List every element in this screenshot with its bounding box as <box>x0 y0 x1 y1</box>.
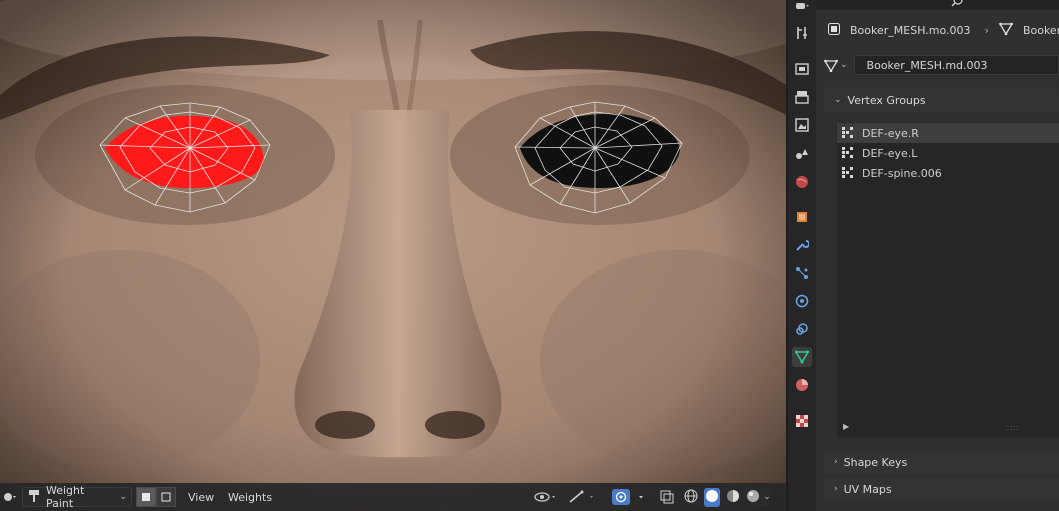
material-icon[interactable] <box>792 375 812 395</box>
chevron-right-icon: › <box>834 457 838 467</box>
mask-toggle-group[interactable] <box>136 487 176 507</box>
particles-icon[interactable] <box>792 263 812 283</box>
list-item[interactable]: DEF-eye.R <box>837 123 1059 143</box>
mesh-datablock-row[interactable]: ⌄ Booker_MESH.md.003 <box>824 54 1059 76</box>
chevron-down-icon[interactable]: ⌄ <box>763 492 771 502</box>
menu-view[interactable]: View <box>188 487 214 507</box>
shape-keys-title: Shape Keys <box>843 455 908 469</box>
data-icon[interactable] <box>792 347 812 367</box>
chevron-right-icon: › <box>834 484 838 494</box>
vertex-mask-toggle[interactable] <box>156 487 176 507</box>
physics-icon[interactable] <box>792 291 812 311</box>
shape-keys-panel[interactable]: › Shape Keys <box>824 450 1059 474</box>
editor-type-toggle-icon[interactable] <box>792 2 812 10</box>
vertex-groups-panel: ⌄ Vertex Groups DEF-eye.R DEF-eye.L DEF-… <box>824 87 1059 447</box>
list-item-label: DEF-eye.L <box>862 146 918 160</box>
uv-maps-title: UV Maps <box>843 482 892 496</box>
chevron-down-icon: ⌄ <box>840 60 848 70</box>
search-icon[interactable] <box>950 0 964 9</box>
mesh-data-icon <box>998 22 1014 38</box>
list-item[interactable]: DEF-spine.006 <box>837 163 1059 183</box>
constraints-icon[interactable] <box>792 319 812 339</box>
list-item-label: DEF-eye.R <box>862 126 919 140</box>
editor-type-icon[interactable] <box>2 487 18 507</box>
shading-mode-group[interactable]: ⌄ <box>682 487 771 507</box>
chevron-down-icon: ⌄ <box>834 95 842 105</box>
solid-shading-icon[interactable] <box>704 487 721 507</box>
breadcrumb: Booker_MESH.mo.003 › Booker_ <box>816 18 1059 42</box>
list-item-label: DEF-spine.006 <box>862 166 942 180</box>
view-layer-icon[interactable] <box>792 115 812 135</box>
weight-paint-icon <box>27 489 41 505</box>
overlays-icon[interactable] <box>610 487 650 507</box>
properties-tabs <box>788 0 816 511</box>
render-icon[interactable] <box>792 58 812 78</box>
material-shading-icon[interactable] <box>726 489 740 506</box>
mesh-name-field[interactable]: Booker_MESH.md.003 <box>853 55 1059 75</box>
breadcrumb-object-name: Booker_MESH.mo.003 <box>850 23 971 37</box>
vertex-group-icon <box>842 127 854 139</box>
vertex-group-icon <box>842 147 854 159</box>
menu-weights[interactable]: Weights <box>228 487 272 507</box>
vertex-groups-header[interactable]: ⌄ Vertex Groups <box>824 87 1059 113</box>
search-strip[interactable] <box>816 0 1059 10</box>
vertex-groups-title: Vertex Groups <box>847 93 926 107</box>
chevron-down-icon: ⌄ <box>119 492 127 502</box>
uv-maps-panel[interactable]: › UV Maps <box>824 477 1059 501</box>
modifier-icon[interactable] <box>792 235 812 255</box>
rendered-shading-icon[interactable] <box>746 489 760 506</box>
vertex-group-icon <box>842 167 854 179</box>
mesh-browse-icon[interactable]: ⌄ <box>824 59 848 72</box>
play-right-icon[interactable]: ▶ <box>843 422 849 431</box>
output-icon[interactable] <box>792 87 812 107</box>
world-icon[interactable] <box>792 172 812 192</box>
viewport-render[interactable] <box>0 0 786 511</box>
resize-grip-icon[interactable]: ∷∷ <box>1007 424 1019 433</box>
gizmo-icon[interactable] <box>566 487 598 507</box>
face-mask-toggle[interactable] <box>136 487 156 507</box>
properties-editor: Booker_MESH.mo.003 › Booker_ ⌄ Booker_ME… <box>816 0 1059 511</box>
3d-viewport[interactable]: Weight Paint ⌄ View Weights ⌄ <box>0 0 786 511</box>
breadcrumb-mesh-name: Booker_ <box>1022 23 1059 37</box>
visibility-icon[interactable] <box>532 487 560 507</box>
mode-label: Weight Paint <box>46 484 85 510</box>
xray-toggle-icon[interactable] <box>656 487 678 507</box>
list-item[interactable]: DEF-eye.L <box>837 143 1059 163</box>
vertex-group-list[interactable]: DEF-eye.R DEF-eye.L DEF-spine.006 ▶ ∷∷ <box>836 122 1059 438</box>
texture-icon[interactable] <box>792 411 812 431</box>
wireframe-shading-icon[interactable] <box>684 489 698 506</box>
object-data-icon <box>828 22 840 38</box>
chevron-right-icon: › <box>984 23 989 37</box>
object-icon[interactable] <box>792 207 812 227</box>
mode-select[interactable]: Weight Paint ⌄ <box>22 484 132 510</box>
viewport-header: Weight Paint ⌄ View Weights ⌄ <box>0 483 786 511</box>
scene-icon[interactable] <box>792 143 812 163</box>
tool-icon[interactable] <box>792 23 812 43</box>
